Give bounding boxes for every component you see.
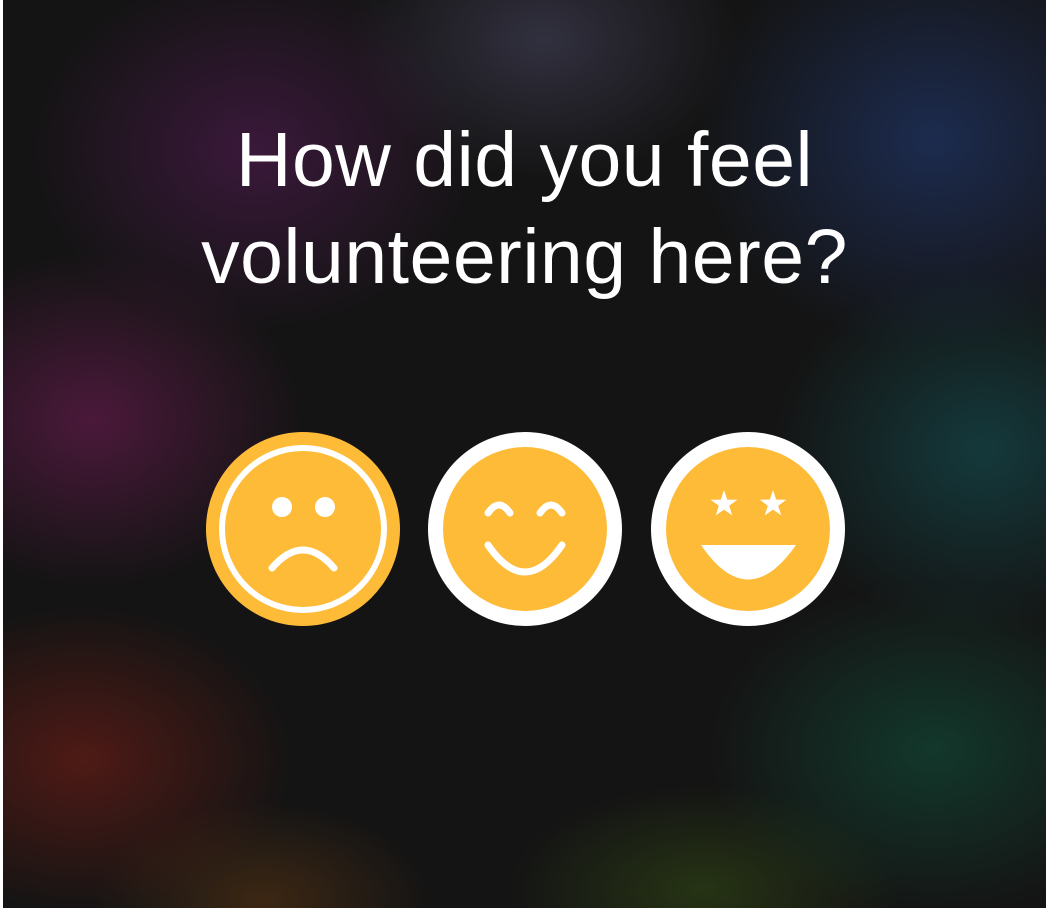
screenshot-frame: How did you feel volunteering here? xyxy=(0,0,1048,908)
rating-screen: How did you feel volunteering here? xyxy=(3,0,1046,908)
sad-face-icon xyxy=(206,432,400,626)
starstruck-rating-button[interactable] xyxy=(651,432,845,626)
smile-rating-button[interactable] xyxy=(428,432,622,626)
smiling-face-icon xyxy=(428,432,622,626)
sad-rating-button[interactable] xyxy=(206,432,400,626)
star-struck-face-icon xyxy=(651,432,845,626)
question-title: How did you feel volunteering here? xyxy=(201,117,848,300)
